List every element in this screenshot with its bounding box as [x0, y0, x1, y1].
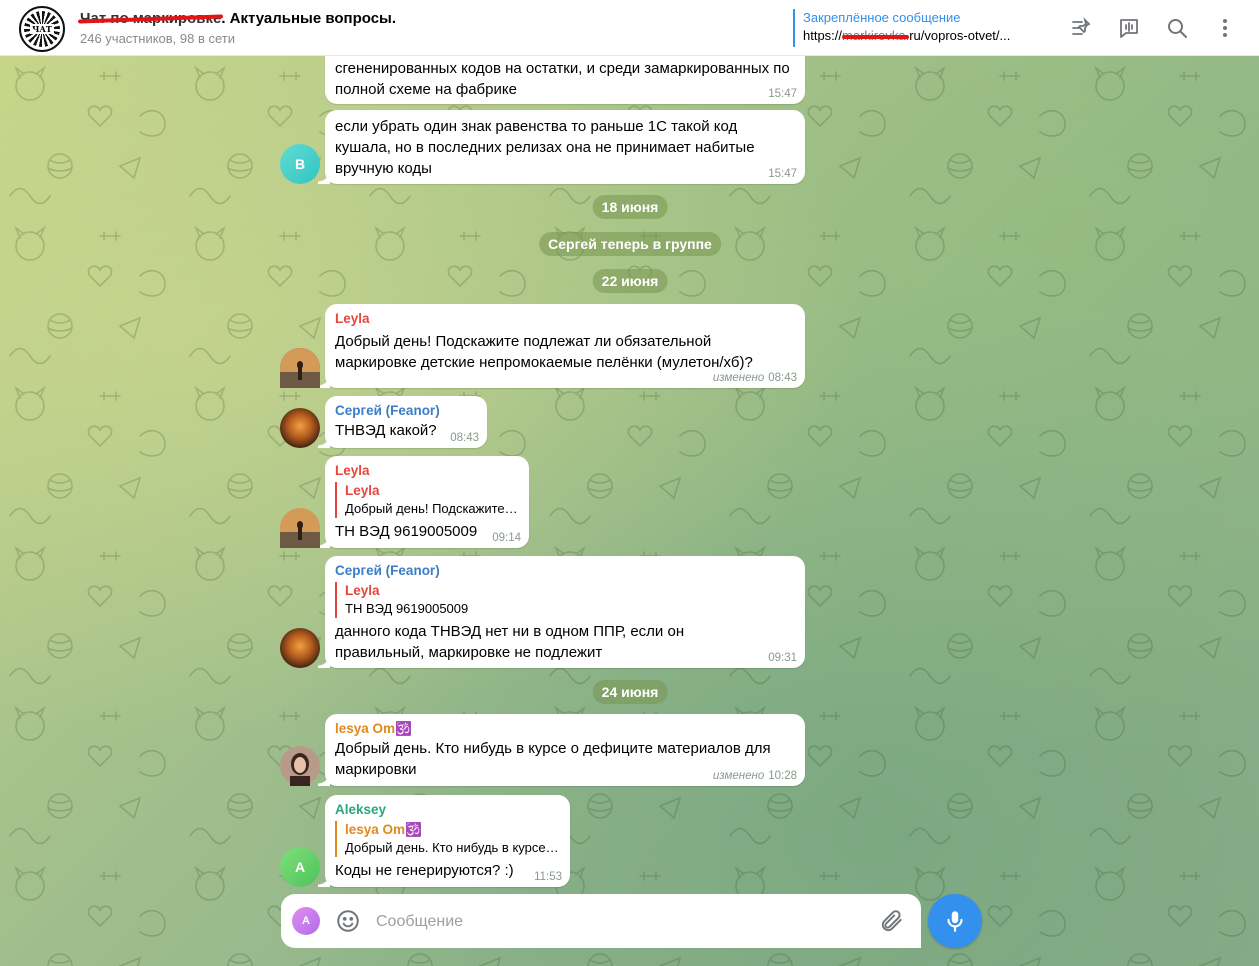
message-sender[interactable]: Сергей (Feanor) — [335, 562, 795, 580]
emoji-icon[interactable] — [335, 908, 361, 934]
microphone-icon — [947, 911, 963, 932]
message-bubble[interactable]: сгененированных кодов на остатки, и сред… — [325, 56, 805, 104]
pinned-suffix: ru/vopros-otvet/... — [909, 28, 1011, 43]
avatar-lesya-photo — [280, 746, 320, 786]
date-separator: 24 июня — [592, 680, 668, 704]
avatar-sergey[interactable] — [280, 408, 320, 448]
message-time: изменено 10:28 — [713, 770, 797, 782]
chat-member-count: 246 участников, 98 в сети — [80, 31, 235, 46]
message-time: 11:53 — [534, 871, 562, 883]
pinned-redacted: markirovka. — [842, 28, 910, 43]
voice-record-button[interactable] — [928, 894, 982, 948]
reply-sender: lesya Om🕉️ — [345, 822, 422, 837]
search-icon[interactable] — [1163, 14, 1191, 42]
message-text: сгененированных кодов на остатки, и сред… — [335, 60, 790, 98]
message-time: 08:43 — [450, 432, 479, 444]
pinned-prefix: https:// — [803, 28, 843, 43]
reply-quote[interactable]: Leyla Добрый день! Подскажите подлежат л… — [335, 482, 519, 518]
avatar-leyla-photo — [280, 508, 320, 548]
message-bubble[interactable]: Сергей (Feanor) Leyla ТН ВЭД 9619005009 … — [318, 556, 805, 668]
message-time: 09:14 — [492, 532, 521, 544]
pinned-message-text: https://markirovka.ru/vopros-otvet/... — [803, 26, 1043, 45]
date-separator: 18 июня — [592, 195, 668, 219]
message-bubble[interactable]: Aleksey lesya Om🕉️ Добрый день. Кто нибу… — [318, 795, 570, 887]
avatar[interactable]: B — [280, 144, 320, 184]
date-separator: 22 июня — [592, 269, 668, 293]
message-bubble[interactable]: lesya Om🕉️ Добрый день. Кто нибудь в кур… — [318, 714, 805, 786]
message-time-value: 08:43 — [768, 372, 797, 384]
message-bubble[interactable]: если убрать один знак равенства то раньш… — [318, 110, 805, 184]
chat-logo-pattern: ЧАТ — [24, 11, 60, 47]
message-edited: изменено — [712, 372, 765, 384]
attach-icon[interactable] — [879, 908, 905, 934]
reply-sender: Leyla — [345, 583, 380, 598]
message-sender[interactable]: Aleksey — [335, 801, 560, 819]
send-as-avatar[interactable]: A — [292, 907, 320, 935]
message-composer: A — [281, 894, 921, 948]
more-vertical-icon[interactable] — [1211, 14, 1239, 42]
chat-header: ЧАТ Чат по маркировке. Актуальные вопрос… — [0, 0, 1259, 56]
reply-quote[interactable]: Leyla ТН ВЭД 9619005009 — [335, 582, 795, 618]
reply-sender: Leyla — [345, 483, 380, 498]
message-bubble[interactable]: Leyla Leyla Добрый день! Подскажите подл… — [318, 456, 529, 548]
message-sender[interactable]: lesya Om🕉️ — [335, 720, 795, 738]
avatar-sergey-photo — [280, 408, 320, 448]
reply-text: ТН ВЭД 9619005009 — [345, 601, 469, 616]
chat-title-rest: . Актуальные вопросы. — [221, 10, 397, 27]
message-bubble[interactable]: Leyla Добрый день! Подскажите подлежат л… — [318, 304, 805, 388]
avatar-leyla[interactable] — [280, 508, 320, 548]
chat-logo-text: ЧАТ — [30, 24, 54, 34]
chat-title-redacted: Чат по маркировке — [80, 10, 222, 27]
message-edited: изменено — [712, 770, 765, 782]
message-text: Коды не генерируются? :) — [335, 862, 514, 879]
reply-text: Добрый день. Кто нибудь в курсе о дефици… — [345, 840, 560, 855]
reply-text: Добрый день! Подскажите подлежат ли — [345, 501, 519, 516]
message-sender[interactable]: Сергей (Feanor) — [335, 402, 477, 420]
service-message: Сергей теперь в группе — [539, 232, 721, 256]
chat-avatar[interactable]: ЧАТ — [19, 6, 65, 52]
message-bubble[interactable]: Сергей (Feanor) ТНВЭД какой? 08:43 — [318, 396, 487, 448]
avatar-leyla-photo — [280, 348, 320, 388]
chat-background — [0, 56, 1259, 966]
pinned-list-icon[interactable] — [1067, 14, 1095, 42]
message-sender[interactable]: Leyla — [335, 462, 519, 480]
message-text: данного кода ТНВЭД нет ни в одном ППР, е… — [335, 623, 685, 661]
message-time: 15:47 — [768, 88, 797, 100]
live-stream-icon[interactable] — [1115, 14, 1143, 42]
avatar-leyla[interactable] — [280, 348, 320, 388]
message-time: 09:31 — [768, 652, 797, 664]
pinned-message-label: Закреплённое сообщение — [803, 10, 961, 25]
pinned-message[interactable]: Закреплённое сообщение https://markirovk… — [793, 9, 1048, 47]
chat-title[interactable]: Чат по маркировке. Актуальные вопросы. — [80, 10, 396, 27]
message-time: изменено 08:43 — [713, 372, 797, 384]
message-text: Добрый день! Подскажите подлежат ли обяз… — [335, 333, 753, 371]
message-time: 15:47 — [768, 168, 797, 180]
avatar-sergey-photo — [280, 628, 320, 668]
reply-quote[interactable]: lesya Om🕉️ Добрый день. Кто нибудь в кур… — [335, 821, 560, 857]
message-input[interactable] — [374, 906, 858, 938]
avatar[interactable]: A — [280, 847, 320, 887]
message-time-value: 10:28 — [768, 770, 797, 782]
background-doodle-pattern — [0, 56, 1259, 966]
message-sender[interactable]: Leyla — [335, 310, 795, 328]
avatar-lesya[interactable] — [280, 746, 320, 786]
message-text: если убрать один знак равенства то раньш… — [335, 118, 755, 177]
avatar-sergey[interactable] — [280, 628, 320, 668]
